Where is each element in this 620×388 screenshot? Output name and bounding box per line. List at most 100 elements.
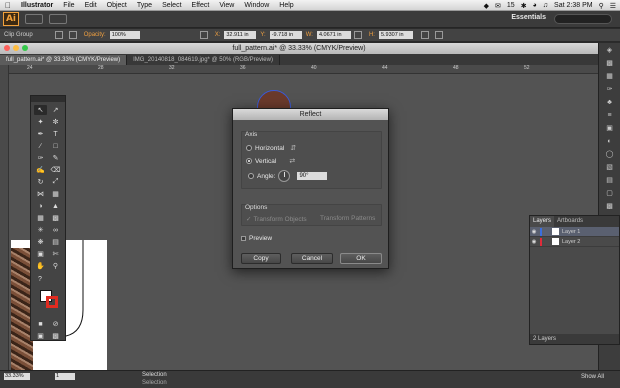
apple-menu-icon[interactable]:  <box>0 1 16 10</box>
bluetooth-icon[interactable]: ✱ <box>521 2 527 10</box>
visibility-eye-icon[interactable]: ◉ <box>530 229 538 235</box>
volume-icon[interactable]: ♫ <box>543 2 548 9</box>
vertical-ruler[interactable] <box>0 65 9 370</box>
menu-type[interactable]: Type <box>132 2 157 9</box>
menu-object[interactable]: Object <box>102 2 132 9</box>
pen-tool-icon[interactable]: ✒ <box>34 129 47 139</box>
color-guide-icon[interactable]: ▩ <box>603 59 617 69</box>
menu-file[interactable]: File <box>58 2 79 9</box>
horizontal-ruler[interactable]: 24 28 32 36 40 44 48 52 <box>9 65 598 74</box>
appearance-panel-icon[interactable]: ◯ <box>603 150 617 160</box>
zoom-tool-icon[interactable]: ⚲ <box>49 261 62 271</box>
y-field[interactable]: -9.718 in <box>269 31 302 39</box>
transform-objects-label[interactable]: Transform Objects <box>253 216 306 223</box>
symbols-panel-icon[interactable]: ♣ <box>603 98 617 108</box>
line-segment-tool-icon[interactable]: ∕ <box>34 141 47 151</box>
blend-tool-icon[interactable]: ∞ <box>49 225 62 235</box>
mesh-tool-icon[interactable]: ▦ <box>34 213 47 223</box>
angle-dial[interactable] <box>278 170 291 182</box>
transform-panel-icon[interactable]: ▩ <box>603 202 617 212</box>
scale-tool-icon[interactable]: ⤢ <box>49 177 62 187</box>
w-field[interactable]: 4.0671 in <box>316 31 351 39</box>
paintbrush-tool-icon[interactable]: ✑ <box>34 153 47 163</box>
preview-label[interactable]: Preview <box>249 235 272 242</box>
type-tool-icon[interactable]: T <box>49 129 62 139</box>
stroke-panel-icon[interactable]: ≡ <box>603 111 617 121</box>
vertical-label[interactable]: Vertical <box>255 158 276 165</box>
color-panel-icon[interactable]: ◈ <box>603 46 617 56</box>
fill-stroke-swatches[interactable] <box>34 288 62 312</box>
minimize-window-icon[interactable] <box>13 45 19 51</box>
lasso-tool-icon[interactable]: ✼ <box>49 117 62 127</box>
preview-checkbox-box[interactable] <box>241 236 246 241</box>
opacity-field[interactable]: 100% <box>109 31 140 39</box>
copy-button[interactable]: Copy <box>241 253 281 264</box>
ok-button[interactable]: OK <box>340 253 382 264</box>
blob-brush-tool-icon[interactable]: ✍ <box>34 165 47 175</box>
notification-center-icon[interactable]: ☰ <box>610 2 616 10</box>
magic-wand-tool-icon[interactable]: ✦ <box>34 117 47 127</box>
transform-patterns-checkbox[interactable]: Transform Patterns <box>320 215 375 222</box>
angle-field[interactable]: 90° <box>297 172 328 180</box>
horizontal-radio-dot[interactable] <box>246 145 252 151</box>
graphic-styles-panel-icon[interactable]: ▧ <box>603 163 617 173</box>
status-selection-text[interactable]: Selection <box>142 372 167 378</box>
free-transform-tool-icon[interactable]: ▦ <box>49 189 62 199</box>
screen-mode-icon[interactable]: ▩ <box>49 331 62 341</box>
menu-effect[interactable]: Effect <box>187 2 215 9</box>
menu-help[interactable]: Help <box>274 2 298 9</box>
tab-img-jpg[interactable]: IMG_20140818_084619.jpg* @ 50% (RGB/Prev… <box>127 55 280 65</box>
rectangle-tool-icon[interactable]: □ <box>49 141 62 151</box>
vertical-radio-dot[interactable] <box>246 158 252 164</box>
menu-edit[interactable]: Edit <box>80 2 102 9</box>
panel-menu-icon[interactable] <box>434 31 443 39</box>
slice-tool-icon[interactable]: ✄ <box>49 249 62 259</box>
menu-app-name[interactable]: Illustrator <box>16 2 58 9</box>
none-mode-icon[interactable]: ⊘ <box>49 319 62 329</box>
perspective-grid-tool-icon[interactable]: ▲ <box>49 201 62 211</box>
direct-selection-tool-icon[interactable]: ↗ <box>49 105 62 115</box>
zoom-window-icon[interactable] <box>22 45 28 51</box>
gradient-panel-icon[interactable]: ▣ <box>603 124 617 134</box>
close-window-icon[interactable] <box>4 45 10 51</box>
wifi-icon[interactable]: ◕ <box>533 2 537 9</box>
transform-icon[interactable] <box>420 31 429 39</box>
horizontal-label[interactable]: Horizontal <box>255 145 284 152</box>
tab-full-pattern[interactable]: full_pattern.ai* @ 33.33% (CMYK/Preview) <box>0 55 128 65</box>
align-panel-icon[interactable]: ▤ <box>603 176 617 186</box>
opacity-label[interactable]: Opacity: <box>80 32 110 38</box>
rotate-tool-icon[interactable]: ↻ <box>34 177 47 187</box>
swatches-panel-icon[interactable]: ▦ <box>603 72 617 82</box>
visibility-eye-icon[interactable]: ◉ <box>530 239 538 245</box>
x-field[interactable]: 32.911 in <box>224 31 257 39</box>
menu-window[interactable]: Window <box>239 2 274 9</box>
menubar-clock[interactable]: Sat 2:38 PM <box>554 2 593 9</box>
angle-label[interactable]: Angle: <box>257 173 275 180</box>
vertical-radio[interactable]: Vertical ⇄ <box>246 157 295 165</box>
help-search-input[interactable] <box>554 14 612 24</box>
dropbox-icon[interactable]: ◆ <box>484 2 489 10</box>
spotlight-icon[interactable]: ⚲ <box>599 2 604 10</box>
layer-row[interactable]: ◉ Layer 1 <box>530 227 619 237</box>
preview-checkbox[interactable]: Preview <box>241 235 272 242</box>
selection-tool-icon[interactable]: ↖ <box>34 105 47 115</box>
color-mode-icon[interactable]: ■ <box>34 319 47 329</box>
transparency-panel-icon[interactable]: ◐ <box>603 137 617 147</box>
transform-objects-checkbox[interactable]: ✓ Transform Objects <box>246 215 307 224</box>
draw-mode-icon[interactable]: ▣ <box>34 331 47 341</box>
shape-builder-tool-icon[interactable]: ◑ <box>34 201 47 211</box>
cancel-button[interactable]: Cancel <box>291 253 333 264</box>
tab-artboards[interactable]: Artboards <box>554 216 586 227</box>
zoom-level-field[interactable]: 33.33% <box>4 373 30 380</box>
horizontal-radio[interactable]: Horizontal ⇵ <box>246 144 296 152</box>
edit-clipping-path-icon[interactable] <box>54 31 63 39</box>
menu-view[interactable]: View <box>214 2 239 9</box>
layer-name[interactable]: Layer 1 <box>562 229 580 235</box>
layer-name[interactable]: Layer 2 <box>562 239 580 245</box>
artboard-number-field[interactable]: 1 <box>55 373 75 380</box>
menu-select[interactable]: Select <box>157 2 186 9</box>
width-tool-icon[interactable]: ⋈ <box>34 189 47 199</box>
tab-layers[interactable]: Layers <box>530 216 555 227</box>
link-proportions-icon[interactable] <box>353 31 362 39</box>
arrange-documents-icon[interactable] <box>49 14 67 24</box>
